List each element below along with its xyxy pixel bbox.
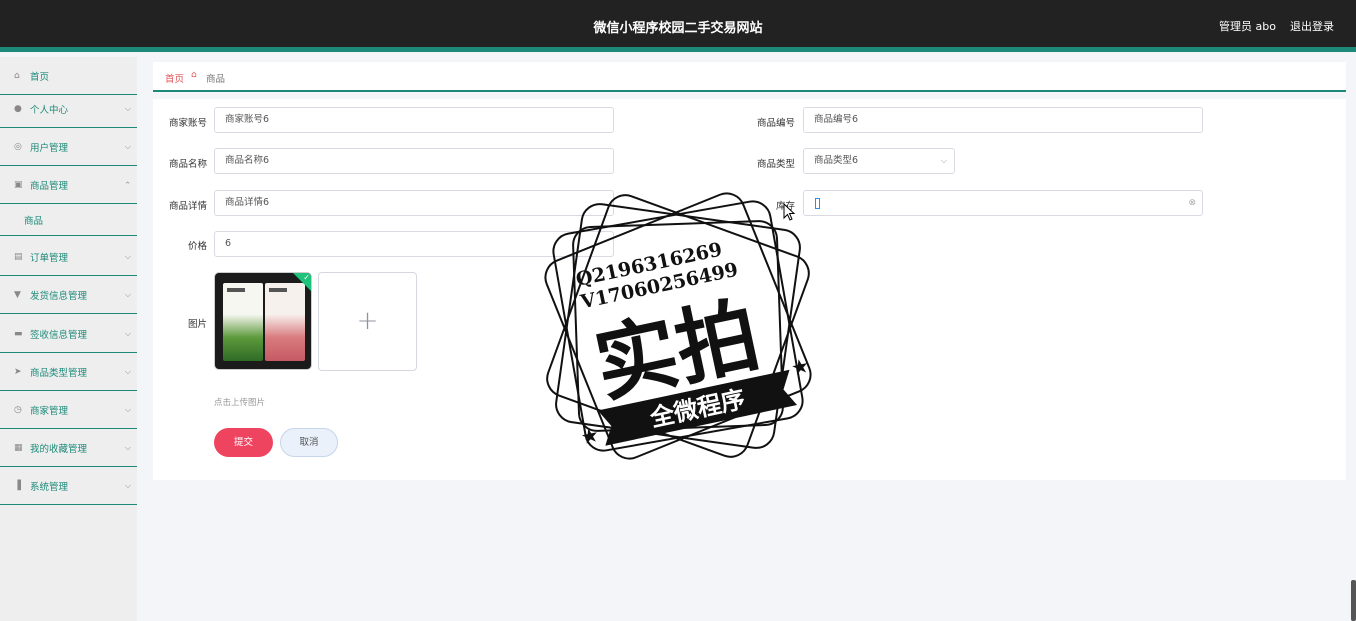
site-title: 微信小程序校园二手交易网站 — [593, 21, 763, 36]
submit-button[interactable]: 提交 — [214, 428, 273, 457]
favorite-icon: ▦ — [14, 442, 23, 453]
goods-type-label: 商品类型 — [756, 159, 795, 170]
product-package-image — [265, 283, 305, 361]
chevron-down-icon: ⌵ — [124, 251, 131, 261]
home-icon: ⌂ — [191, 70, 197, 80]
chevron-down-icon: ⌵ — [124, 141, 131, 151]
system-icon: ▐ — [14, 480, 21, 491]
image-label: 图片 — [187, 319, 207, 330]
goods-type-selected: 商品类型6 — [814, 155, 859, 166]
user-manage-icon: ◎ — [14, 141, 22, 152]
sidebar-item-label: 个人中心 — [30, 104, 69, 116]
sidebar-item-label: 商家管理 — [30, 405, 69, 417]
sidebar-item-label: 用户管理 — [30, 142, 69, 154]
sidebar-subitem-goods[interactable]: 商品 — [0, 204, 137, 236]
sidebar-item-label: 商品类型管理 — [30, 367, 88, 379]
uploaded-image-thumbnail[interactable]: ✓ — [214, 272, 312, 370]
sidebar-item-label: 系统管理 — [30, 481, 69, 493]
star-icon: ★ — [789, 353, 812, 380]
goods-icon: ▣ — [14, 179, 23, 190]
sidebar-item-label: 商品管理 — [30, 180, 69, 192]
sidebar-item-label: 发货信息管理 — [30, 290, 88, 302]
chevron-down-icon: ⌵ — [124, 404, 131, 414]
sidebar-item-label: 签收信息管理 — [30, 329, 88, 341]
sidebar-subitem-label: 商品 — [24, 215, 44, 227]
stock-input[interactable]: ⊗ — [803, 190, 1203, 216]
logout-link[interactable]: 退出登录 — [1290, 18, 1334, 34]
chevron-down-icon: ⌵ — [124, 366, 131, 376]
goods-type-select[interactable]: 商品类型6 ⌵ — [803, 148, 955, 174]
sidebar: ⌂ 首页 ● 个人中心 ⌵ ◎ 用户管理 ⌵ ▣ 商品管理 ⌃ 商品 ▤ 订单管… — [0, 57, 137, 621]
sidebar-item-label: 我的收藏管理 — [30, 443, 88, 455]
sidebar-item-goods[interactable]: ▣ 商品管理 ⌃ — [0, 166, 137, 204]
product-package-image — [223, 283, 263, 361]
chevron-down-icon: ⌵ — [940, 156, 947, 165]
goods-no-input[interactable]: 商品编号6 — [803, 107, 1203, 133]
cancel-button[interactable]: 取消 — [280, 428, 338, 457]
admin-user: 管理员 abo — [1219, 20, 1276, 33]
sidebar-item-goods-type[interactable]: ➤ 商品类型管理 ⌵ — [0, 353, 137, 391]
clock-icon: ◷ — [14, 404, 22, 415]
image-upload-button[interactable]: + — [318, 272, 417, 371]
chevron-down-icon: ⌵ — [124, 289, 131, 299]
price-label: 价格 — [187, 241, 207, 252]
sidebar-item-label: 首页 — [30, 71, 50, 83]
sidebar-item-system[interactable]: ▐ 系统管理 ⌵ — [0, 467, 137, 505]
chevron-down-icon: ⌵ — [124, 480, 131, 490]
top-header: 微信小程序校园二手交易网站 管理员 abo 退出登录 — [0, 0, 1356, 52]
sidebar-item-signing[interactable]: ▬ 签收信息管理 ⌵ — [0, 315, 137, 353]
goods-name-input[interactable]: 商品名称6 — [214, 148, 614, 174]
sidebar-item-users[interactable]: ◎ 用户管理 ⌵ — [0, 128, 137, 166]
ship-icon: ▼ — [14, 289, 21, 300]
plus-icon: + — [356, 306, 379, 336]
sidebar-item-profile[interactable]: ● 个人中心 ⌵ — [0, 90, 137, 128]
send-icon: ➤ — [14, 366, 22, 377]
order-icon: ▤ — [14, 251, 23, 262]
merchant-account-label: 商家账号 — [168, 118, 207, 129]
user-icon: ● — [14, 103, 22, 114]
breadcrumb: 首页 ⌂ 商品 — [153, 62, 1346, 92]
page-scrollbar[interactable] — [1351, 580, 1356, 621]
goods-name-label: 商品名称 — [168, 159, 207, 170]
clear-icon[interactable]: ⊗ — [1188, 191, 1196, 215]
home-icon: ⌂ — [14, 70, 20, 81]
chevron-up-icon: ⌃ — [124, 180, 131, 189]
sidebar-item-merchants[interactable]: ◷ 商家管理 ⌵ — [0, 391, 137, 429]
merchant-account-input[interactable]: 商家账号6 — [214, 107, 614, 133]
mouse-cursor-icon — [783, 203, 795, 221]
sidebar-item-orders[interactable]: ▤ 订单管理 ⌵ — [0, 238, 137, 276]
sidebar-item-shipping[interactable]: ▼ 发货信息管理 ⌵ — [0, 276, 137, 314]
breadcrumb-current: 商品 — [206, 74, 226, 85]
chevron-down-icon: ⌵ — [124, 328, 131, 338]
sidebar-item-favorites[interactable]: ▦ 我的收藏管理 ⌵ — [0, 429, 137, 467]
goods-no-label: 商品编号 — [756, 118, 795, 129]
chevron-down-icon: ⌵ — [124, 442, 131, 452]
check-icon: ✓ — [303, 273, 310, 282]
watermark-stamp: Q2196316269 V17060256499 实拍 全微程序 ★ ★ — [544, 192, 812, 460]
goods-detail-label: 商品详情 — [168, 201, 207, 212]
upload-tip: 点击上传图片 — [214, 398, 266, 408]
chevron-down-icon: ⌵ — [124, 103, 131, 113]
sidebar-item-label: 订单管理 — [30, 252, 69, 264]
breadcrumb-home[interactable]: 首页 — [165, 71, 184, 85]
sign-icon: ▬ — [14, 328, 23, 339]
